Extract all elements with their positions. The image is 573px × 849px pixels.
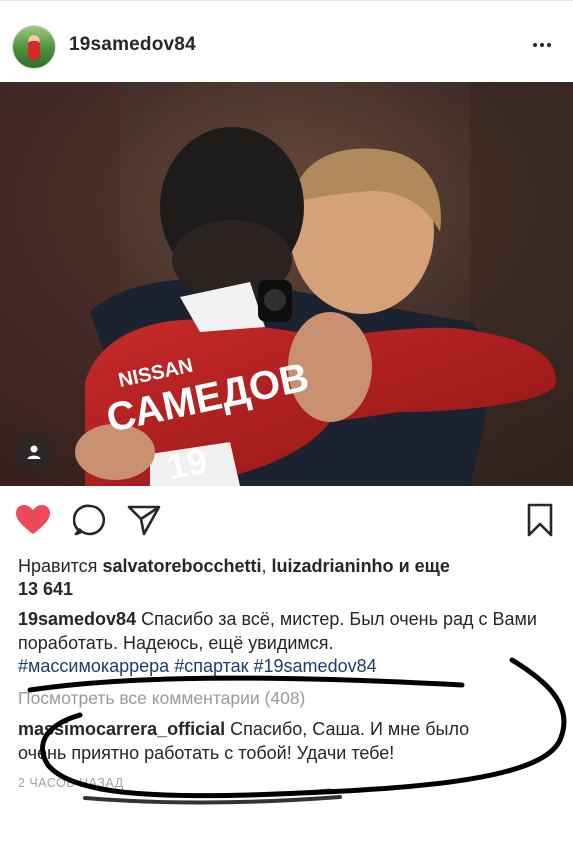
caption-username[interactable]: 19samedov84 bbox=[18, 609, 136, 629]
user-tag-icon[interactable] bbox=[16, 434, 52, 470]
likes-separator: , bbox=[261, 556, 267, 576]
caption-hashtags: #массимокаррера #спартак #19samedov84 bbox=[18, 656, 377, 676]
photo-illustration: NISSAN САМЕДОВ 19 bbox=[0, 82, 573, 486]
bookmark-icon[interactable] bbox=[520, 498, 560, 542]
avatar-figure bbox=[28, 41, 40, 60]
more-options-icon[interactable] bbox=[528, 36, 556, 54]
post-actions bbox=[0, 498, 573, 544]
heart-icon[interactable] bbox=[13, 498, 53, 542]
jersey-number: 19 bbox=[163, 439, 211, 486]
post-username[interactable]: 19samedov84 bbox=[69, 34, 196, 56]
post-header: 19samedov84 bbox=[0, 0, 573, 81]
hashtag[interactable]: #спартак bbox=[174, 656, 248, 676]
share-icon[interactable] bbox=[124, 498, 164, 542]
post-photo[interactable]: NISSAN САМЕДОВ 19 bbox=[0, 82, 573, 486]
likes-conj: и еще bbox=[398, 556, 450, 576]
profile-avatar[interactable] bbox=[12, 25, 56, 69]
likes-prefix: Нравится bbox=[18, 556, 98, 576]
hashtag[interactable]: #массимокаррера bbox=[18, 656, 169, 676]
post-timestamp: 2 ЧАСОВ НАЗАД bbox=[18, 776, 124, 790]
hashtag[interactable]: #19samedov84 bbox=[254, 656, 377, 676]
post-caption: 19samedov84 Спасибо за всё, мистер. Был … bbox=[18, 608, 563, 679]
comment-item: massimocarrera_official Спасибо, Саша. И… bbox=[18, 718, 518, 765]
likes-count[interactable]: 13 641 bbox=[18, 579, 73, 599]
comment-username[interactable]: massimocarrera_official bbox=[18, 719, 225, 739]
comment-icon[interactable] bbox=[70, 498, 110, 542]
view-all-comments-link[interactable]: Посмотреть все комментарии (408) bbox=[18, 688, 305, 709]
liker-1[interactable]: salvatorebocchetti bbox=[102, 556, 261, 576]
liker-2[interactable]: luizadrianinho bbox=[272, 556, 394, 576]
likes-line: Нравится salvatorebocchetti, luizadriani… bbox=[18, 555, 558, 601]
